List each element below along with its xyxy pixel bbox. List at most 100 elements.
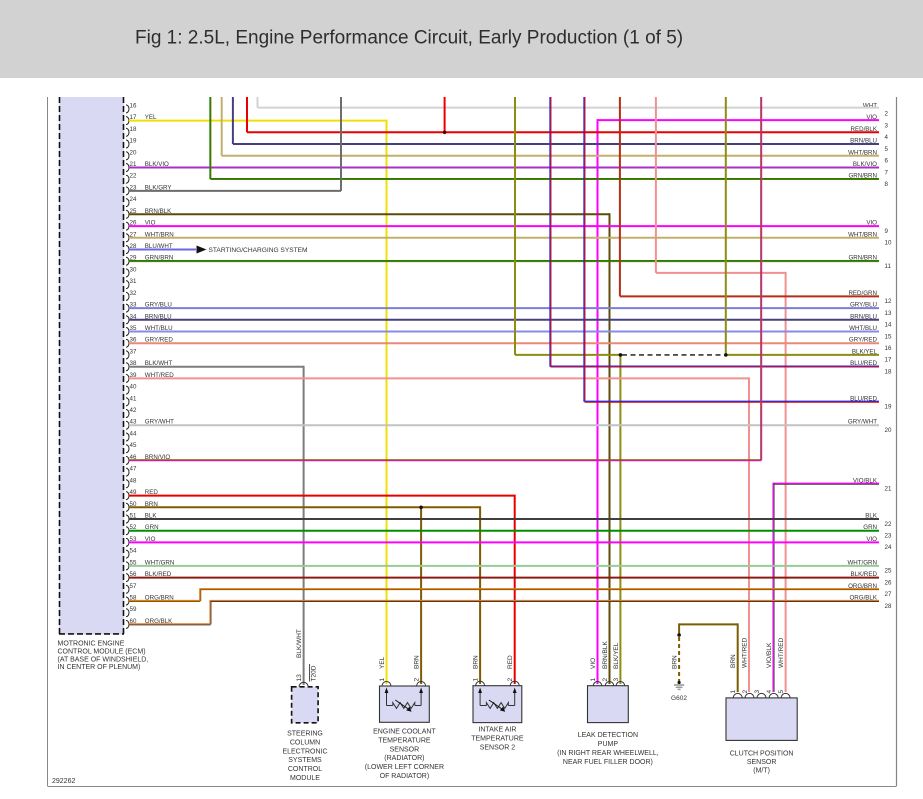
svg-text:44: 44	[130, 430, 137, 437]
svg-text:VIO: VIO	[590, 658, 597, 669]
svg-text:14: 14	[885, 322, 892, 329]
svg-text:3: 3	[754, 690, 761, 694]
svg-text:19: 19	[885, 404, 892, 411]
svg-text:PUMP: PUMP	[598, 741, 619, 748]
svg-text:24: 24	[130, 196, 137, 203]
svg-text:47: 47	[130, 466, 137, 473]
svg-text:BRN: BRN	[730, 654, 737, 668]
svg-text:1: 1	[730, 690, 737, 694]
svg-text:SENSOR 2: SENSOR 2	[480, 744, 516, 751]
svg-text:292262: 292262	[52, 778, 75, 785]
svg-text:BRN/BLK: BRN/BLK	[602, 641, 609, 669]
svg-text:STEERING: STEERING	[287, 731, 323, 738]
svg-text:48: 48	[130, 477, 137, 484]
svg-text:5: 5	[778, 690, 785, 694]
svg-text:8: 8	[885, 181, 889, 188]
svg-text:9: 9	[885, 228, 889, 235]
svg-text:15: 15	[885, 333, 892, 340]
svg-text:13: 13	[885, 310, 892, 317]
svg-text:54: 54	[130, 548, 137, 555]
svg-text:26: 26	[885, 579, 892, 586]
svg-text:16: 16	[885, 345, 892, 352]
svg-text:2: 2	[885, 111, 889, 118]
svg-text:37: 37	[130, 348, 137, 355]
svg-text:CONTROL MODULE (ECM): CONTROL MODULE (ECM)	[58, 648, 146, 655]
svg-text:(AT BASE OF WINDSHIELD,: (AT BASE OF WINDSHIELD,	[58, 656, 149, 663]
svg-text:59: 59	[130, 606, 137, 613]
svg-text:3: 3	[613, 678, 620, 682]
svg-text:23: 23	[885, 533, 892, 540]
svg-text:42: 42	[130, 407, 137, 414]
svg-text:18: 18	[130, 126, 137, 133]
svg-text:MOTRONIC ENGINE: MOTRONIC ENGINE	[58, 641, 125, 648]
svg-text:10: 10	[885, 240, 892, 247]
svg-text:TEMPERATURE: TEMPERATURE	[378, 737, 431, 744]
svg-text:VIO/BLK: VIO/BLK	[766, 642, 773, 668]
svg-text:NEAR FUEL FILLER DOOR): NEAR FUEL FILLER DOOR)	[563, 759, 653, 766]
svg-text:32: 32	[130, 290, 137, 297]
svg-text:ELECTRONIC: ELECTRONIC	[282, 748, 327, 755]
svg-text:SENSOR: SENSOR	[390, 746, 420, 753]
svg-text:BRN: BRN	[473, 655, 480, 669]
svg-text:Fig 1: 2.5L, Engine Performanc: Fig 1: 2.5L, Engine Performance Circuit,…	[135, 28, 683, 49]
svg-text:SYSTEMS: SYSTEMS	[288, 757, 322, 764]
svg-text:SENSOR: SENSOR	[747, 759, 777, 766]
svg-text:1: 1	[379, 678, 386, 682]
svg-text:COLUMN: COLUMN	[290, 739, 320, 746]
svg-text:20: 20	[885, 427, 892, 434]
svg-text:27: 27	[885, 591, 892, 598]
svg-text:6: 6	[885, 158, 889, 165]
svg-text:18: 18	[885, 368, 892, 375]
svg-text:YEL: YEL	[379, 656, 386, 669]
svg-text:24: 24	[885, 544, 892, 551]
svg-text:BRN: BRN	[672, 655, 679, 669]
svg-text:(RADIATOR): (RADIATOR)	[384, 755, 424, 762]
svg-text:G602: G602	[671, 695, 687, 702]
svg-text:IN CENTER OF PLENUM): IN CENTER OF PLENUM)	[58, 664, 141, 671]
svg-text:CONTROL: CONTROL	[288, 766, 322, 773]
svg-text:WHT/RED: WHT/RED	[742, 637, 749, 668]
svg-text:41: 41	[130, 395, 137, 402]
svg-text:7: 7	[885, 169, 889, 176]
svg-text:22: 22	[885, 521, 892, 528]
svg-text:16: 16	[130, 102, 137, 109]
svg-text:25: 25	[885, 568, 892, 575]
svg-text:RED: RED	[507, 655, 514, 669]
svg-text:CLUTCH POSITION: CLUTCH POSITION	[730, 750, 794, 757]
svg-text:2: 2	[414, 678, 421, 682]
svg-text:28: 28	[885, 603, 892, 610]
svg-text:(LOWER LEFT CORNER: (LOWER LEFT CORNER	[365, 764, 444, 771]
svg-text:TEMPERATURE: TEMPERATURE	[471, 735, 524, 742]
svg-text:40: 40	[130, 384, 137, 391]
svg-text:20: 20	[130, 149, 137, 156]
svg-text:31: 31	[130, 278, 137, 285]
svg-text:MODULE: MODULE	[290, 775, 320, 782]
svg-text:INTAKE AIR: INTAKE AIR	[478, 727, 516, 734]
svg-text:LEAK DETECTION: LEAK DETECTION	[578, 732, 638, 739]
svg-text:1: 1	[590, 678, 597, 682]
svg-text:OF RADIATOR): OF RADIATOR)	[380, 773, 430, 780]
svg-text:5: 5	[885, 146, 889, 153]
svg-text:(M/T): (M/T)	[753, 767, 770, 774]
svg-text:57: 57	[130, 583, 137, 590]
svg-text:1: 1	[473, 678, 480, 682]
svg-text:STARTING/CHARGING SYSTEM: STARTING/CHARGING SYSTEM	[209, 247, 308, 254]
svg-text:21: 21	[885, 486, 892, 493]
svg-text:22: 22	[130, 173, 137, 180]
svg-text:(IN RIGHT REAR WHEELWELL,: (IN RIGHT REAR WHEELWELL,	[557, 750, 659, 757]
svg-text:BRN: BRN	[414, 655, 421, 669]
svg-text:ENGINE COOLANT: ENGINE COOLANT	[373, 729, 436, 736]
svg-text:2: 2	[507, 678, 514, 682]
svg-text:13: 13	[296, 674, 303, 682]
svg-text:17: 17	[885, 357, 892, 364]
svg-text:2: 2	[602, 678, 609, 682]
svg-text:19: 19	[130, 138, 137, 145]
svg-text:4: 4	[885, 134, 889, 141]
svg-text:T20D: T20D	[311, 665, 318, 681]
svg-text:11: 11	[885, 263, 892, 270]
svg-text:BLK/YEL: BLK/YEL	[613, 642, 620, 669]
svg-text:4: 4	[766, 690, 773, 694]
svg-text:12: 12	[885, 298, 892, 305]
svg-text:30: 30	[130, 266, 137, 273]
svg-text:2: 2	[742, 690, 749, 694]
